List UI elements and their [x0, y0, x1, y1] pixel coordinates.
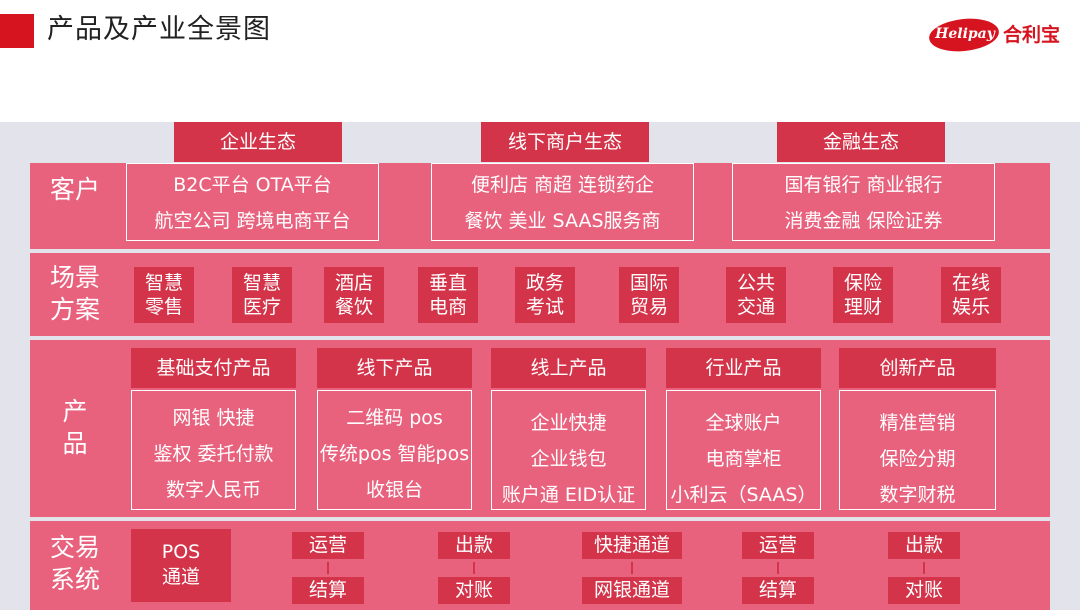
- scenario-item: 政务 考试: [515, 267, 575, 323]
- product-item: 账户通 EID认证: [501, 484, 636, 506]
- scenario-row-label: 场景 方案: [30, 262, 120, 326]
- customer-group-enterprise: B2C平台 OTA平台 航空公司 跨境电商平台: [126, 163, 379, 241]
- product-item: 企业钱包: [530, 448, 607, 470]
- scenario-item: 智慧 医疗: [232, 267, 292, 323]
- customer-row-label: 客户: [49, 175, 100, 204]
- transaction-item-top: 运营: [292, 532, 364, 559]
- product-category-title: 创新产品: [839, 348, 996, 388]
- transaction-item-bottom: 对账: [438, 577, 510, 604]
- product-category-title: 行业产品: [666, 348, 821, 388]
- product-item: 数字人民币: [165, 479, 261, 501]
- product-category-offline: 二维码 pos 传统pos 智能pos 收银台: [317, 390, 472, 510]
- product-label-line: 品: [62, 429, 88, 458]
- scenario-item: 智慧 零售: [134, 267, 194, 323]
- scenario-item: 公共 交通: [726, 267, 786, 323]
- scenario-label-line: 方案: [49, 295, 100, 324]
- customer-line: 航空公司 跨境电商平台: [154, 210, 351, 232]
- scenario-item: 酒店 餐饮: [324, 267, 384, 323]
- transaction-label-line: 交易: [49, 533, 100, 562]
- title-accent-bar: [0, 14, 34, 48]
- product-item: 精准营销: [879, 412, 956, 434]
- product-row-label: 产 品: [30, 396, 120, 460]
- product-category-innovation: 精准营销 保险分期 数字财税: [839, 390, 996, 510]
- helipay-logo-cn: 合利宝: [1003, 24, 1061, 46]
- transaction-item-bottom: 网银通道: [582, 577, 682, 604]
- product-category-industry: 全球账户 电商掌柜 小利云（SAAS）: [666, 390, 821, 510]
- transaction-connector: [473, 562, 475, 574]
- customer-line: 餐饮 美业 SAAS服务商: [464, 210, 661, 232]
- transaction-item-bottom: 结算: [292, 577, 364, 604]
- transaction-connector: [631, 562, 633, 574]
- product-item: 鉴权 委托付款: [153, 443, 274, 465]
- transaction-connector: [327, 562, 329, 574]
- page-title: 产品及产业全景图: [47, 14, 271, 45]
- scenario-item: 保险 理财: [833, 267, 893, 323]
- product-item: 企业快捷: [530, 412, 607, 434]
- transaction-item-top: 出款: [888, 532, 960, 559]
- transaction-label-line: 系统: [49, 565, 100, 594]
- customer-group-offline: 便利店 商超 连锁药企 餐饮 美业 SAAS服务商: [431, 163, 694, 241]
- customer-line: 便利店 商超 连锁药企: [470, 174, 655, 196]
- product-item: 数字财税: [879, 484, 956, 506]
- product-item: 保险分期: [879, 448, 956, 470]
- product-item: 收银台: [365, 479, 423, 501]
- pos-channel-line: 通道: [161, 566, 200, 588]
- product-item: 全球账户: [705, 412, 782, 434]
- helipay-logo-text: Helipay: [935, 26, 995, 42]
- customer-group-finance: 国有银行 商业银行 消费金融 保险证券: [732, 163, 995, 241]
- product-category-online: 企业快捷 企业钱包 账户通 EID认证: [491, 390, 646, 510]
- eco-tag-finance: 金融生态: [777, 122, 945, 162]
- eco-tag-enterprise: 企业生态: [174, 122, 342, 162]
- product-category-basic: 网银 快捷 鉴权 委托付款 数字人民币: [131, 390, 296, 510]
- pos-channel-box: POS 通道: [131, 529, 231, 602]
- transaction-row-label: 交易 系统: [30, 532, 120, 596]
- eco-tag-offline-merchant: 线下商户生态: [481, 122, 649, 162]
- transaction-item-top: 出款: [438, 532, 510, 559]
- transaction-item-bottom: 结算: [742, 577, 814, 604]
- scenario-item: 垂直 电商: [418, 267, 478, 323]
- product-item: 小利云（SAAS）: [670, 484, 817, 506]
- customer-line: 国有银行 商业银行: [784, 174, 943, 196]
- transaction-item-bottom: 对账: [888, 577, 960, 604]
- product-category-title: 线下产品: [317, 348, 472, 388]
- product-item: 二维码 pos: [346, 407, 443, 429]
- scenario-item: 国际 贸易: [619, 267, 679, 323]
- transaction-connector: [923, 562, 925, 574]
- product-label-line: 产: [62, 397, 88, 426]
- product-item: 电商掌柜: [705, 448, 782, 470]
- transaction-item-top: 快捷通道: [582, 532, 682, 559]
- product-item: 传统pos 智能pos: [319, 443, 470, 465]
- product-category-title: 基础支付产品: [131, 348, 296, 388]
- customer-line: B2C平台 OTA平台: [173, 174, 332, 196]
- scenario-label-line: 场景: [49, 263, 100, 292]
- pos-channel-line: POS: [161, 541, 201, 563]
- scenario-item: 在线 娱乐: [941, 267, 1001, 323]
- product-item: 网银 快捷: [172, 407, 255, 429]
- customer-line: 消费金融 保险证券: [784, 210, 943, 232]
- product-category-title: 线上产品: [491, 348, 646, 388]
- transaction-connector: [777, 562, 779, 574]
- transaction-item-top: 运营: [742, 532, 814, 559]
